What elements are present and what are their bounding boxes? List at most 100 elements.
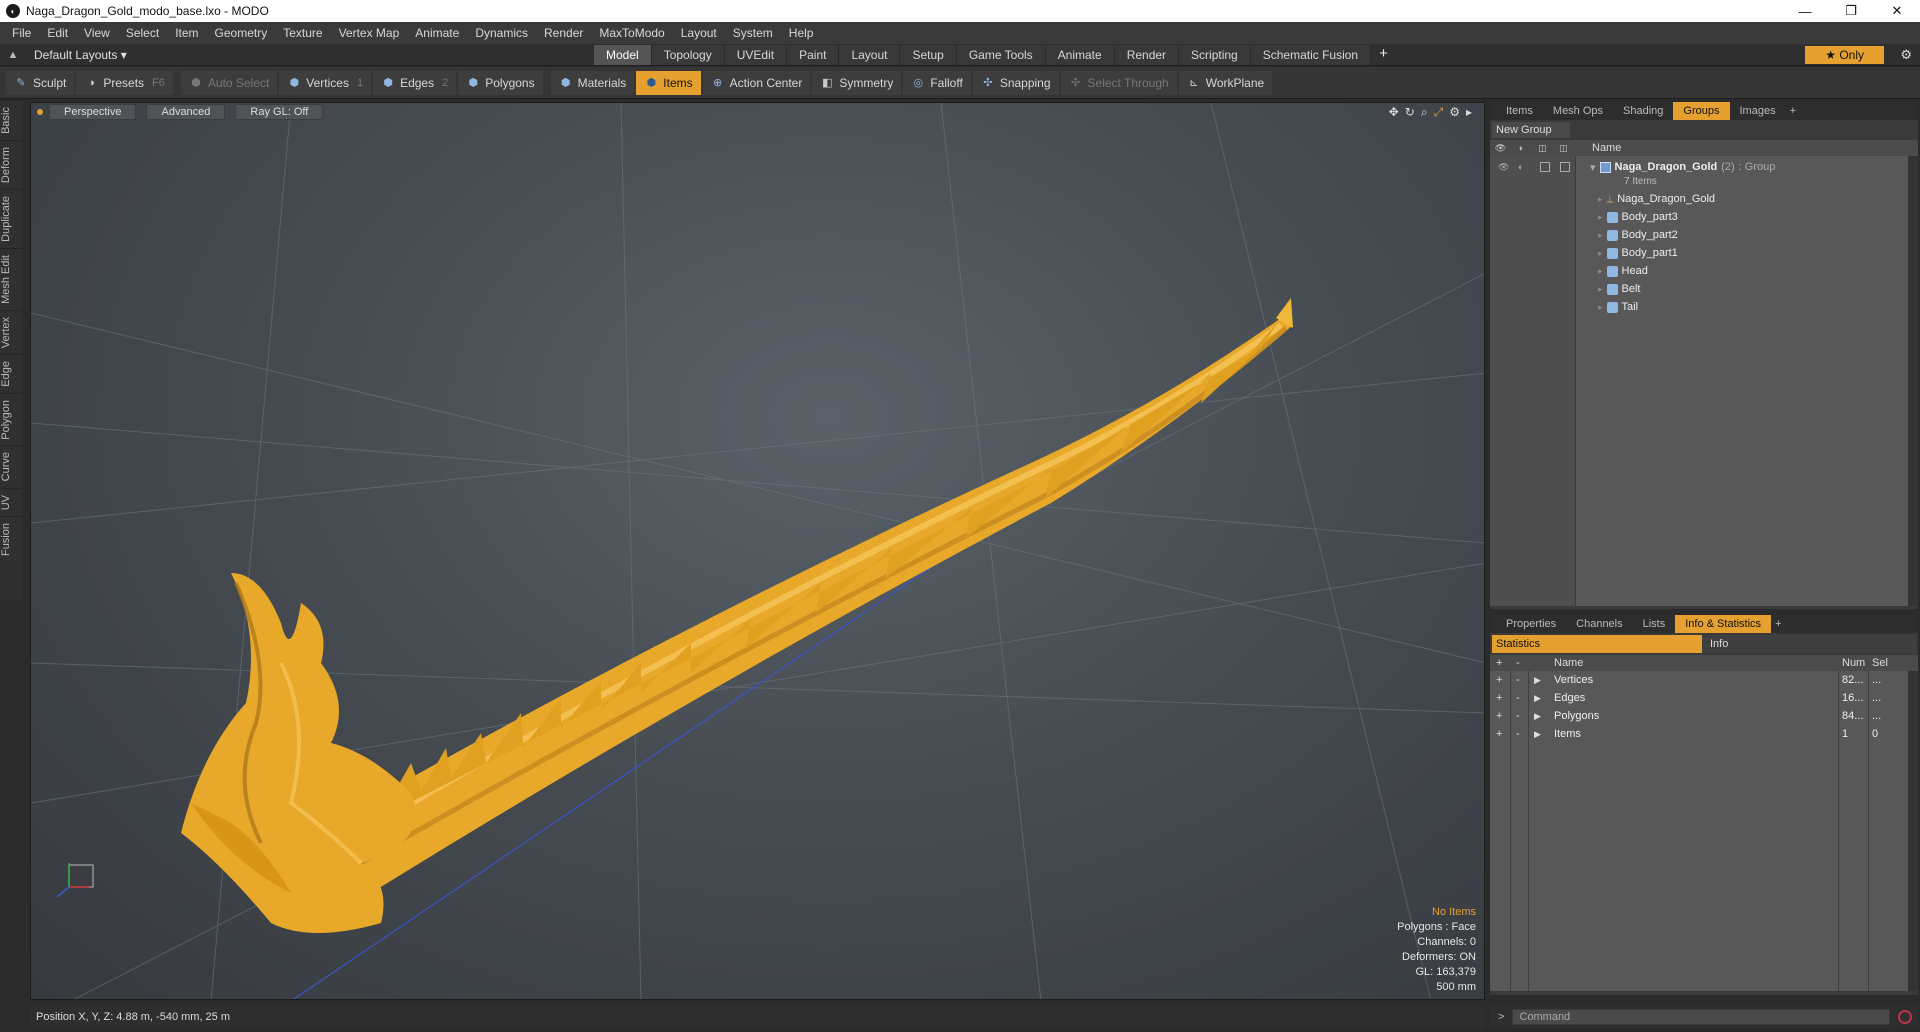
move-view-icon[interactable]: ✥ [1389,105,1399,120]
tab-paint[interactable]: Paint [787,44,840,65]
tab-properties[interactable]: Properties [1496,615,1566,633]
raygl-button[interactable]: Ray GL: Off [235,104,324,120]
fit-view-icon[interactable]: ⤢ [1434,105,1444,120]
record-macro-icon[interactable] [1898,1010,1913,1024]
expand-arrow-icon[interactable]: ▸ [1598,194,1603,205]
name-column-header[interactable]: Name [1574,142,1621,154]
viewport-menu-dot[interactable] [37,109,43,115]
view-mode-button[interactable]: Perspective [49,104,137,120]
menu-animate[interactable]: Animate [407,26,467,40]
expand-arrow-icon[interactable]: ▸ [1598,248,1603,259]
header-plus[interactable]: + [1496,657,1508,669]
tab-info-statistics[interactable]: Info & Statistics [1675,615,1772,633]
vtab-polygon[interactable]: Polygon [0,392,22,446]
gear-icon[interactable]: ⚙ [1900,47,1912,63]
action-center-button[interactable]: ⊕ Action Center [702,70,811,95]
expand-arrow-icon[interactable]: ▸ [1598,302,1603,313]
only-button[interactable]: ★ Only [1805,45,1884,64]
select-through-button[interactable]: ✣ Select Through [1060,70,1177,95]
tab-items[interactable]: Items [1496,102,1543,120]
minimize-icon[interactable]: — [1782,0,1828,22]
add-panel-tab-icon[interactable]: + [1771,618,1785,630]
shading-mode-button[interactable]: Advanced [146,104,226,120]
close-icon[interactable]: ✕ [1874,0,1920,22]
new-group-button[interactable]: New Group [1492,122,1570,138]
tree-row-locator[interactable]: ▸ ⟂ Naga_Dragon_Gold [1490,190,1918,208]
vtab-edge[interactable]: Edge [0,353,22,393]
stats-row-vertices[interactable]: + - ▶ Vertices 82... ... [1490,671,1918,689]
auto-select-button[interactable]: ⬢ Auto Select [180,70,278,95]
expand-arrow-icon[interactable]: ▸ [1598,266,1603,277]
command-input[interactable]: Command [1512,1009,1891,1025]
add-tab-icon[interactable]: + [1371,45,1396,65]
sculpt-button[interactable]: ✎ Sculpt [6,70,75,95]
tab-layout[interactable]: Layout [839,44,901,65]
collapse-minus-icon[interactable]: - [1516,728,1528,740]
menu-layout[interactable]: Layout [673,26,725,40]
row-arrow-icon[interactable]: ▶ [1534,711,1541,722]
layout-select[interactable]: Default Layouts ▾ [34,48,594,62]
3d-viewport[interactable]: Perspective Advanced Ray GL: Off ✥ ↻ ⌕ ⤢… [30,102,1485,1000]
polygons-button[interactable]: ⬢ Polygons [458,70,543,95]
expand-arrow-icon[interactable]: ▸ [1598,212,1603,223]
falloff-button[interactable]: ◎ Falloff [903,70,971,95]
header-sel[interactable]: Sel [1872,657,1896,669]
menu-edit[interactable]: Edit [39,26,76,40]
tab-animate[interactable]: Animate [1045,44,1115,65]
render-col-icon[interactable]: ◐ [1511,143,1532,153]
tab-groups[interactable]: Groups [1673,102,1730,120]
subtab-info[interactable]: Info [1702,635,1916,653]
row-arrow-icon[interactable]: ▶ [1534,729,1541,740]
tab-scripting[interactable]: Scripting [1179,44,1251,65]
header-name[interactable]: Name [1554,657,1583,669]
tree-row-mesh[interactable]: ▸ Body_part1 [1490,244,1918,262]
tab-channels[interactable]: Channels [1566,615,1632,633]
stats-scrollbar[interactable] [1908,671,1918,991]
menu-select[interactable]: Select [118,26,167,40]
tab-lists[interactable]: Lists [1633,615,1676,633]
edges-button[interactable]: ⬢ Edges 2 [373,70,457,95]
stats-row-items[interactable]: + - ▶ Items 1 0 [1490,725,1918,743]
expand-plus-icon[interactable]: + [1496,728,1508,740]
tab-render[interactable]: Render [1114,44,1180,65]
menu-vertex-map[interactable]: Vertex Map [331,26,408,40]
select-checkbox[interactable] [1560,162,1570,172]
tab-images[interactable]: Images [1730,102,1786,120]
viewport-expand-icon[interactable]: ▸ [1466,105,1472,120]
expand-plus-icon[interactable]: + [1496,674,1508,686]
tab-mesh-ops[interactable]: Mesh Ops [1543,102,1613,120]
vtab-duplicate[interactable]: Duplicate [0,188,22,248]
rotate-view-icon[interactable]: ↻ [1405,105,1415,120]
menu-file[interactable]: File [4,26,39,40]
vtab-vertex[interactable]: Vertex [0,309,22,354]
tab-shading[interactable]: Shading [1613,102,1673,120]
maximize-icon[interactable]: ❐ [1828,0,1874,22]
vtab-basic[interactable]: Basic [0,100,22,140]
tree-row-mesh[interactable]: ▸ Belt [1490,280,1918,298]
vtab-mesh-edit[interactable]: Mesh Edit [0,247,22,310]
render-toggle-icon[interactable]: ◐ [1518,162,1523,172]
expand-plus-icon[interactable]: + [1496,692,1508,704]
vtab-uv[interactable]: UV [0,487,22,517]
presets-button[interactable]: ◑ Presets F6 [76,70,173,95]
menu-maxtomodo[interactable]: MaxToModo [591,26,672,40]
collapse-minus-icon[interactable]: - [1516,710,1528,722]
tree-row-mesh[interactable]: ▸ Head [1490,262,1918,280]
vtab-fusion[interactable]: Fusion [0,516,22,563]
snapping-button[interactable]: ✣ Snapping [972,70,1059,95]
tab-setup[interactable]: Setup [900,44,957,65]
lock-col-icon[interactable]: ◫ [1532,143,1553,154]
expand-arrow-icon[interactable]: ▸ [1598,230,1603,241]
menu-dynamics[interactable]: Dynamics [467,26,536,40]
stats-row-edges[interactable]: + - ▶ Edges 16... ... [1490,689,1918,707]
add-panel-tab-icon[interactable]: + [1786,105,1800,117]
zoom-view-icon[interactable]: ⌕ [1421,105,1428,120]
menu-system[interactable]: System [725,26,781,40]
select-col-icon[interactable]: ◫ [1553,143,1574,154]
stats-row-polygons[interactable]: + - ▶ Polygons 84... ... [1490,707,1918,725]
tab-uvedit[interactable]: UVEdit [724,44,788,65]
header-num[interactable]: Num [1842,657,1870,669]
eye-icon[interactable]: 👁 [1498,162,1509,173]
collapse-minus-icon[interactable]: - [1516,692,1528,704]
header-minus[interactable]: - [1516,657,1528,669]
